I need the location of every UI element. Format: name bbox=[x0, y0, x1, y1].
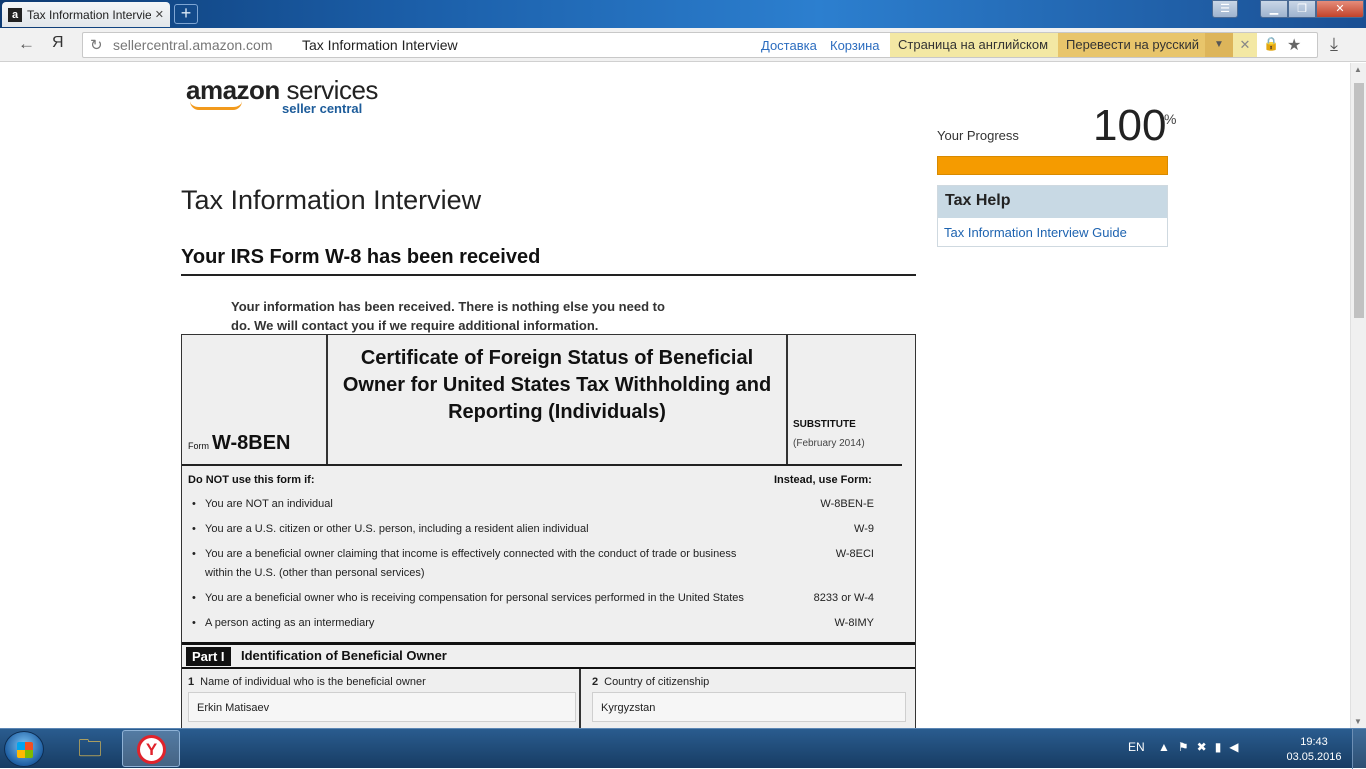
windows-taskbar: 🗀 Y EN ▲⚑✖▮◀ 19:43 03.05.2016 bbox=[0, 728, 1366, 769]
clock[interactable]: 19:43 03.05.2016 bbox=[1280, 735, 1348, 765]
clock-time: 19:43 bbox=[1300, 736, 1328, 748]
form-number: Form W-8BEN bbox=[188, 432, 291, 454]
reload-icon[interactable]: ↻ bbox=[90, 36, 103, 54]
progress-value: 100 bbox=[1093, 101, 1167, 150]
browser-tab[interactable]: a Tax Information Interview ✕ bbox=[2, 2, 170, 27]
alternate-form: W-9 bbox=[854, 523, 874, 535]
progress-bar bbox=[937, 156, 1168, 175]
tax-help-box: Tax Help Tax Information Interview Guide bbox=[937, 185, 1168, 247]
download-icon[interactable]: ⤓ bbox=[1330, 34, 1338, 55]
tab-title: Tax Information Interview bbox=[27, 7, 151, 22]
browser-menu-button[interactable]: ☰ bbox=[1212, 0, 1238, 18]
scroll-up-icon[interactable]: ▲ bbox=[1354, 65, 1362, 74]
lock-icon[interactable]: 🔒 bbox=[1263, 36, 1279, 52]
condition-text: You are a beneficial owner who is receiv… bbox=[205, 592, 744, 604]
url-page-title[interactable]: Tax Information Interview bbox=[302, 37, 458, 53]
part-rule bbox=[182, 642, 915, 645]
citizenship-field-label: 2 Country of citizenship bbox=[592, 676, 710, 688]
seller-central-text: seller central bbox=[282, 101, 363, 116]
system-tray-icons[interactable]: ▲⚑✖▮◀ bbox=[1158, 740, 1247, 754]
clock-date: 03.05.2016 bbox=[1286, 751, 1342, 763]
amazon-services-logo[interactable]: amazon services seller central bbox=[186, 75, 378, 116]
form-date: (February 2014) bbox=[793, 438, 865, 449]
alternate-form: 8233 or W-4 bbox=[813, 592, 874, 604]
country-of-citizenship-field[interactable]: Kyrgyzstan bbox=[592, 692, 906, 722]
condition-text: A person acting as an intermediary bbox=[205, 617, 375, 629]
condition-text: You are NOT an individual bbox=[205, 498, 333, 510]
url-domain[interactable]: sellercentral.amazon.com bbox=[113, 37, 273, 53]
amazon-smile-icon bbox=[190, 101, 242, 110]
w8ben-form: Form W-8BEN Certificate of Foreign Status… bbox=[181, 334, 916, 728]
form-divider bbox=[786, 335, 788, 464]
start-button[interactable] bbox=[4, 731, 44, 767]
new-tab-button[interactable]: + bbox=[174, 4, 198, 24]
language-indicator[interactable]: EN bbox=[1128, 740, 1145, 754]
alternate-form: W-8IMY bbox=[834, 617, 874, 629]
progress-bar-fill bbox=[938, 157, 1167, 174]
show-desktop-button[interactable] bbox=[1352, 729, 1366, 769]
part-rule bbox=[182, 667, 915, 669]
alternate-form: W-8BEN-E bbox=[820, 498, 874, 510]
file-explorer-icon[interactable]: 🗀 bbox=[70, 732, 110, 766]
page-content: amazon services seller central Tax Infor… bbox=[0, 63, 1350, 728]
field-divider bbox=[579, 669, 581, 728]
delivery-link[interactable]: Доставка bbox=[761, 38, 817, 53]
condition-text: You are a U.S. citizen or other U.S. per… bbox=[205, 523, 589, 535]
back-arrow-icon[interactable]: ← bbox=[18, 34, 35, 54]
minimize-button[interactable]: ▁ bbox=[1260, 0, 1288, 18]
vertical-scrollbar[interactable]: ▲ ▼ bbox=[1350, 63, 1366, 728]
yandex-browser-taskbar-button[interactable]: Y bbox=[122, 730, 180, 767]
bullet-icon: • bbox=[192, 498, 196, 510]
condition-item: • You are a U.S. citizen or other U.S. p… bbox=[192, 520, 892, 539]
condition-item: • You are a beneficial owner who is rece… bbox=[192, 589, 892, 608]
beneficial-owner-name-field[interactable]: Erkin Matisaev bbox=[188, 692, 576, 722]
instead-use-heading: Instead, use Form: bbox=[774, 474, 872, 486]
translate-close-icon[interactable]: ✕ bbox=[1233, 33, 1257, 57]
cart-link[interactable]: Корзина bbox=[830, 38, 880, 53]
condition-item: • You are NOT an individual W-8BEN-E bbox=[192, 495, 892, 514]
navigation-bar: ← Я ↻ sellercentral.amazon.com Tax Infor… bbox=[0, 28, 1366, 62]
substitute-label: SUBSTITUTE bbox=[793, 419, 856, 430]
window-titlebar: a Tax Information Interview ✕ + ☰ ▁ ❐ ✕ bbox=[0, 0, 1366, 28]
alternate-form: W-8ECI bbox=[835, 548, 874, 560]
bullet-icon: • bbox=[192, 592, 196, 604]
scrollbar-thumb[interactable] bbox=[1354, 83, 1364, 318]
address-bar[interactable]: ↻ sellercentral.amazon.com Tax Informati… bbox=[82, 32, 1318, 58]
bullet-icon: • bbox=[192, 523, 196, 535]
name-field-label: 1 Name of individual who is the beneficia… bbox=[188, 676, 426, 688]
do-not-use-heading: Do NOT use this form if: bbox=[188, 474, 315, 486]
translate-dropdown-icon[interactable]: ▼ bbox=[1205, 33, 1233, 57]
form-title: Certificate of Foreign Status of Benefic… bbox=[342, 347, 772, 423]
maximize-button[interactable]: ❐ bbox=[1288, 0, 1316, 18]
bullet-icon: • bbox=[192, 617, 196, 629]
bookmark-star-icon[interactable]: ★ bbox=[1287, 35, 1301, 55]
condition-item: • You are a beneficial owner claiming th… bbox=[192, 545, 892, 583]
heading-divider bbox=[181, 274, 916, 276]
tax-guide-link[interactable]: Tax Information Interview Guide bbox=[938, 218, 1167, 247]
condition-text: You are a beneficial owner claiming that… bbox=[205, 548, 737, 579]
progress-label: Your Progress bbox=[937, 128, 1019, 143]
close-window-button[interactable]: ✕ bbox=[1316, 0, 1364, 18]
part-badge: Part I bbox=[186, 647, 231, 666]
progress-percent-sign: % bbox=[1164, 111, 1177, 127]
bullet-icon: • bbox=[192, 548, 196, 560]
tab-close-icon[interactable]: ✕ bbox=[155, 8, 164, 21]
page-title: Tax Information Interview bbox=[181, 185, 482, 215]
form-header-rule bbox=[182, 464, 902, 466]
yandex-icon[interactable]: Я bbox=[52, 34, 64, 52]
scroll-down-icon[interactable]: ▼ bbox=[1354, 717, 1362, 726]
condition-item: • A person acting as an intermediary W-8… bbox=[192, 614, 892, 633]
tax-help-header: Tax Help bbox=[938, 186, 1167, 218]
amazon-favicon-icon: a bbox=[8, 7, 22, 22]
received-heading: Your IRS Form W-8 has been received bbox=[181, 246, 541, 268]
show-english-button[interactable]: Страница на английском bbox=[890, 33, 1058, 57]
received-message: Your information has been received. Ther… bbox=[231, 299, 665, 333]
part-title: Identification of Beneficial Owner bbox=[241, 648, 447, 663]
yandex-browser-icon: Y bbox=[137, 735, 166, 764]
